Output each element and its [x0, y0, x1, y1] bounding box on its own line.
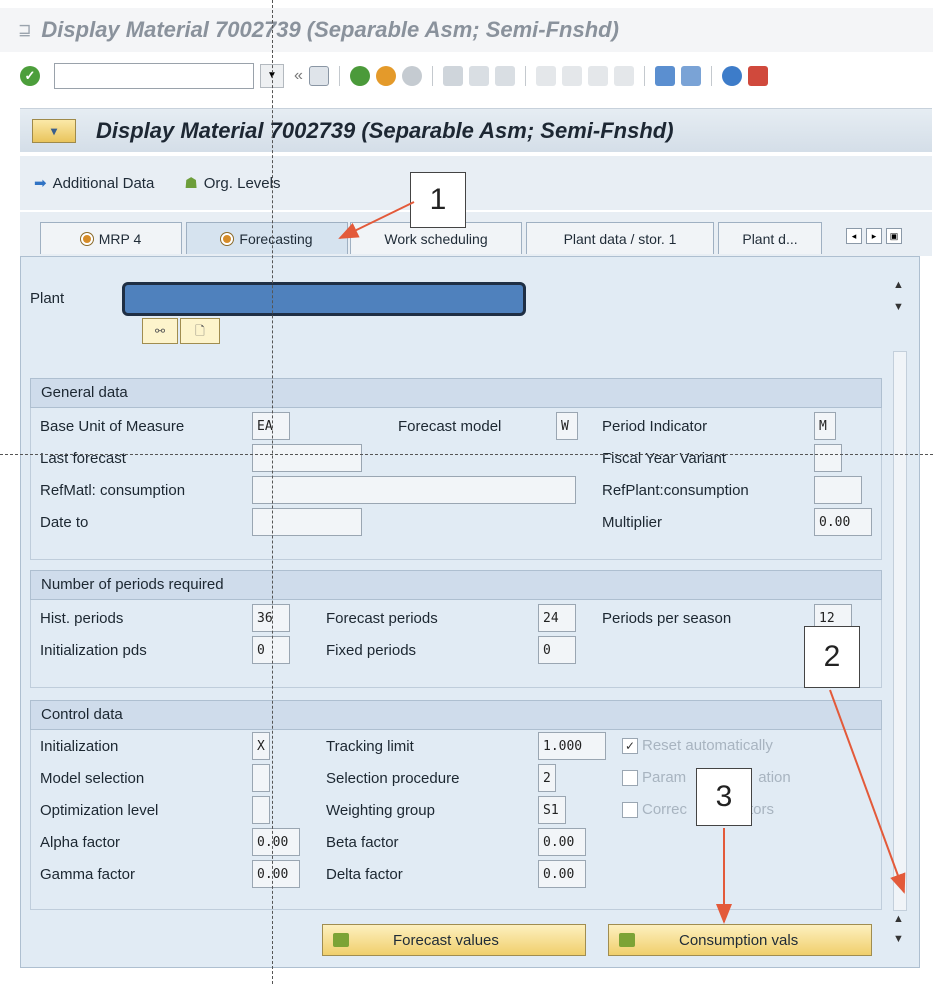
arrow-2: [829, 689, 906, 894]
annotation-arrows: [338, 201, 906, 924]
arrow-1: [338, 201, 415, 239]
